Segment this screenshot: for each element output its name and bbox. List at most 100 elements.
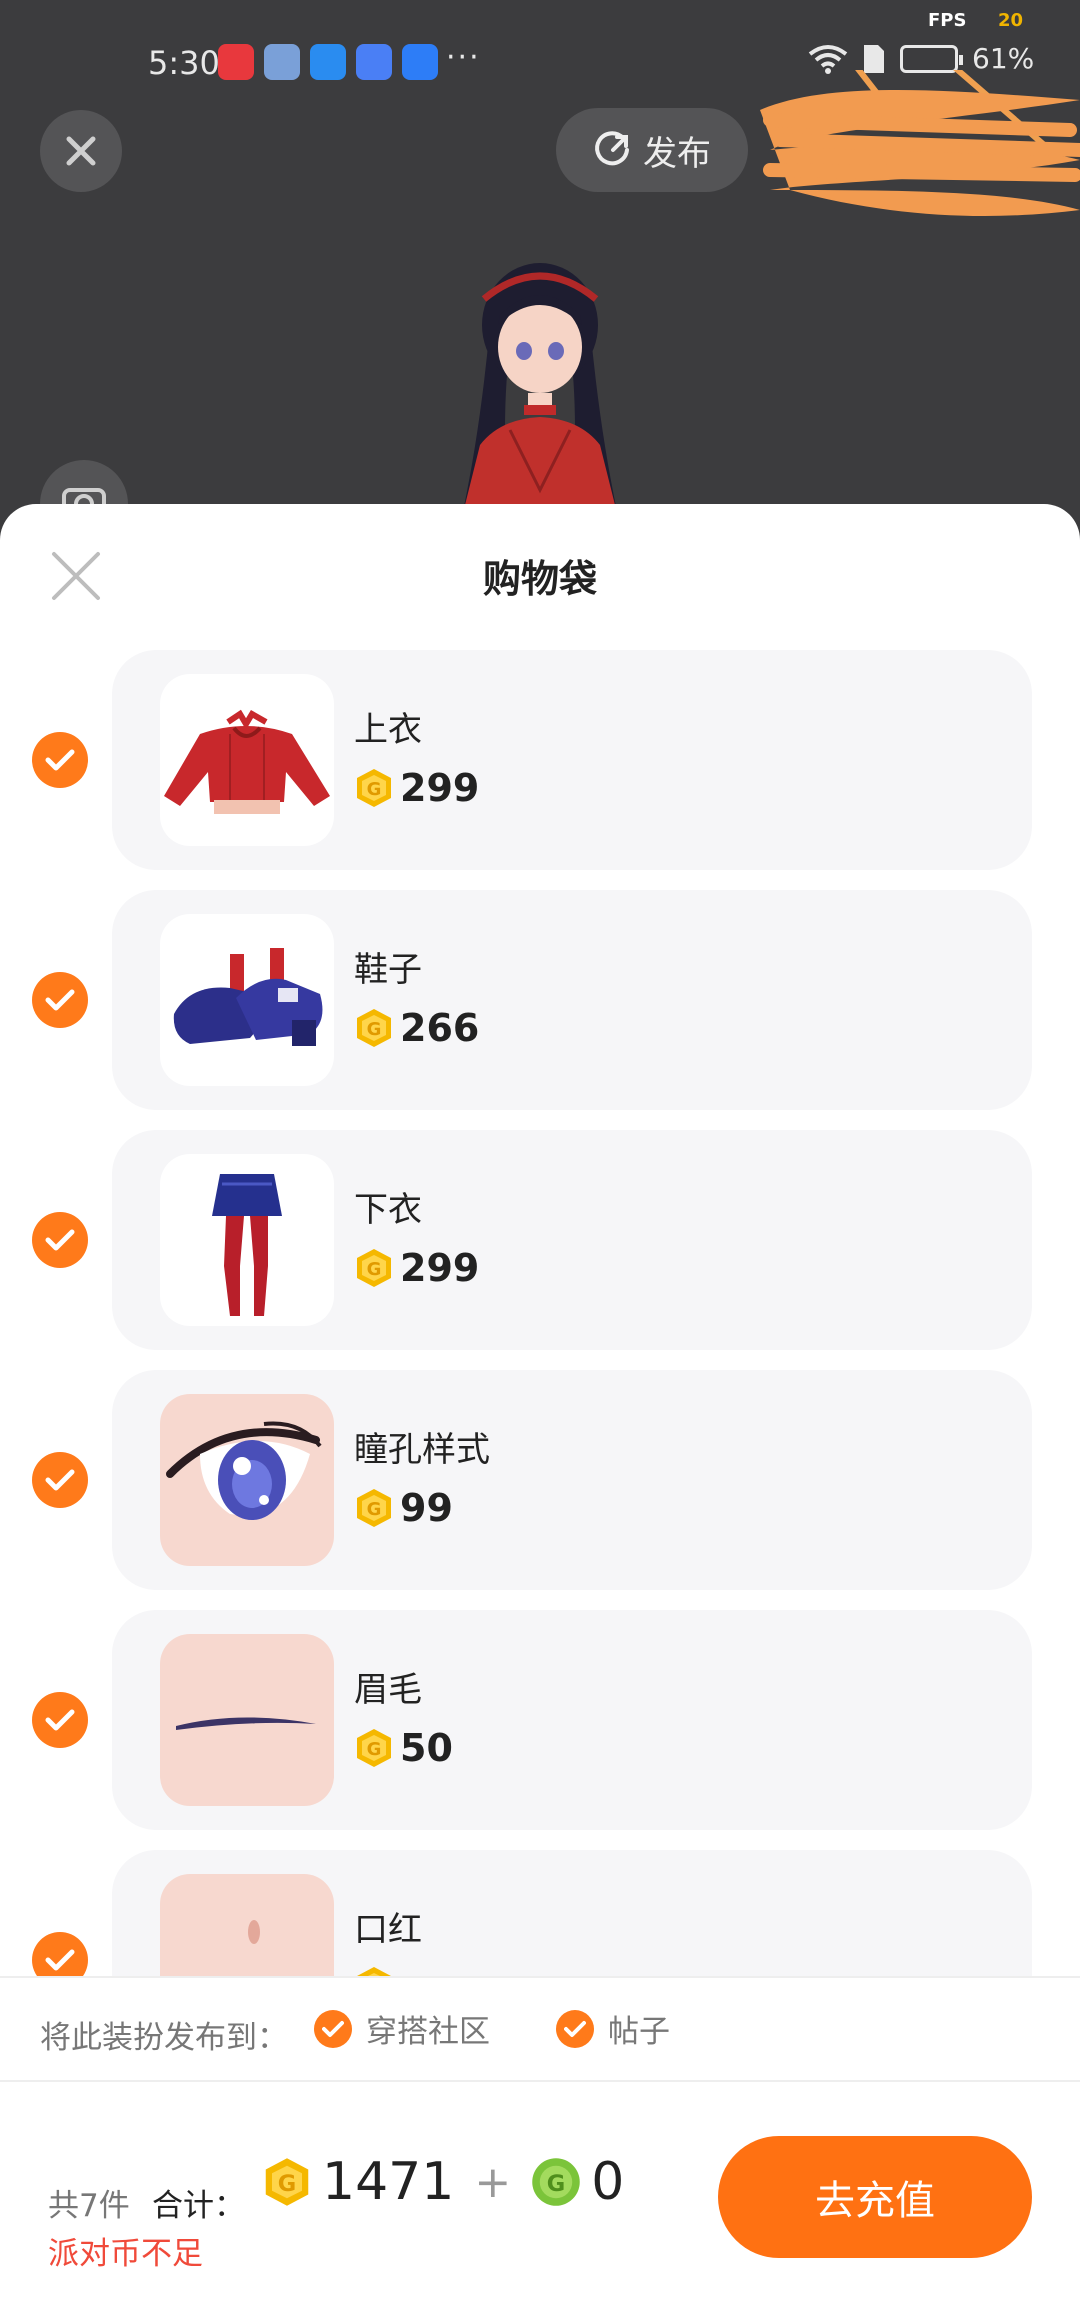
total-label: 合计： bbox=[152, 2188, 245, 2224]
app-game-icon bbox=[264, 44, 300, 80]
item-checkbox[interactable] bbox=[32, 1692, 88, 1748]
item-checkbox[interactable] bbox=[32, 1452, 88, 1508]
option-label: 帖子 bbox=[608, 2014, 670, 2050]
checkmark-icon bbox=[322, 2020, 344, 2037]
cart-item-row[interactable]: 上衣 G 299 bbox=[0, 650, 1080, 870]
item-card[interactable]: 眉毛 G 50 bbox=[112, 1610, 1032, 1830]
item-price: G 99 bbox=[354, 1486, 453, 1530]
sheet-title: 购物袋 bbox=[482, 557, 597, 601]
item-name: 瞳孔样式 bbox=[354, 1430, 490, 1470]
fps-value: 20 bbox=[998, 10, 1024, 31]
total-amount: G 1471 + G 0 bbox=[262, 2152, 624, 2212]
cart-item-list[interactable]: 上衣 G 299 鞋子 G 266 下衣 G 299 瞳孔样式 G 99 眉毛 … bbox=[0, 650, 1080, 1976]
item-price: G 299 bbox=[354, 766, 479, 810]
option-label: 穿搭社区 bbox=[366, 2014, 490, 2050]
item-checkbox[interactable] bbox=[32, 732, 88, 788]
eyebrow-image bbox=[176, 1717, 316, 1730]
checkmark-icon bbox=[45, 1229, 75, 1251]
item-card[interactable]: 鞋子 G 266 bbox=[112, 890, 1032, 1110]
fps-label: FPS bbox=[928, 10, 967, 31]
item-checkbox[interactable] bbox=[32, 972, 88, 1028]
gold-coin-icon: G bbox=[357, 1009, 391, 1047]
gold-coin-icon: G bbox=[357, 1249, 391, 1287]
avatar-scene: 5:30 ··· FPS 20 61% 发布 bbox=[0, 0, 1080, 520]
checkmark-icon bbox=[45, 749, 75, 771]
item-card[interactable]: 下衣 G 299 bbox=[112, 1130, 1032, 1350]
gold-coin-icon: G bbox=[357, 1729, 391, 1767]
publish-option-post[interactable]: 帖子 bbox=[556, 2006, 670, 2051]
wifi-icon bbox=[808, 44, 848, 74]
lips-image bbox=[248, 1920, 260, 1944]
close-icon bbox=[66, 136, 96, 166]
item-name: 下衣 bbox=[354, 1190, 422, 1230]
item-thumbnail bbox=[160, 1874, 334, 1976]
svg-text:G: G bbox=[367, 779, 382, 800]
svg-text:G: G bbox=[367, 1259, 382, 1280]
battery-icon bbox=[900, 44, 963, 73]
svg-text:G: G bbox=[367, 1739, 382, 1760]
checkmark-icon bbox=[45, 1469, 75, 1491]
status-app-icons bbox=[218, 44, 438, 80]
item-checkbox[interactable] bbox=[32, 1932, 88, 1976]
cart-item-row[interactable]: 鞋子 G 266 bbox=[0, 890, 1080, 1110]
svg-text:G: G bbox=[547, 2171, 565, 2197]
green-total: 0 bbox=[591, 2152, 625, 2212]
app-mall-icon bbox=[218, 44, 254, 80]
option-checkbox[interactable] bbox=[556, 2009, 594, 2048]
scene-close-button[interactable] bbox=[40, 110, 122, 192]
green-coin-icon: G bbox=[532, 2158, 580, 2206]
checkmark-icon bbox=[45, 1949, 75, 1971]
cart-item-row[interactable]: 眉毛 G 50 bbox=[0, 1610, 1080, 1830]
publish-option-community[interactable]: 穿搭社区 bbox=[314, 2006, 490, 2051]
item-thumbnail bbox=[160, 674, 334, 846]
gold-coin-icon: G bbox=[357, 769, 391, 807]
item-thumbnail bbox=[160, 1394, 334, 1566]
gold-coin-icon bbox=[357, 1967, 391, 1976]
item-price-value: 299 bbox=[400, 1246, 480, 1290]
item-price bbox=[354, 1966, 400, 1976]
gold-coin-icon: G bbox=[357, 1489, 391, 1527]
recharge-button[interactable]: 去充值 bbox=[718, 2136, 1032, 2258]
checkmark-icon bbox=[45, 1709, 75, 1731]
item-card[interactable]: 瞳孔样式 G 99 bbox=[112, 1370, 1032, 1590]
gold-total: 1471 bbox=[322, 2152, 455, 2212]
publish-icon bbox=[595, 131, 629, 166]
item-price-value: 299 bbox=[400, 766, 480, 810]
publish-button[interactable]: 发布 bbox=[556, 108, 748, 192]
svg-text:G: G bbox=[367, 1019, 382, 1040]
cart-item-row[interactable]: 下衣 G 299 bbox=[0, 1130, 1080, 1350]
status-more-icon: ··· bbox=[446, 40, 481, 75]
item-name: 上衣 bbox=[354, 710, 422, 750]
app-weather-icon bbox=[310, 44, 346, 80]
item-price: G 50 bbox=[354, 1726, 453, 1770]
item-card[interactable]: 口红 bbox=[112, 1850, 1032, 1976]
item-name: 鞋子 bbox=[354, 950, 422, 990]
svg-text:G: G bbox=[367, 1499, 382, 1520]
publish-to-bar: 将此装扮发布到： 穿搭社区 帖子 bbox=[0, 1976, 1080, 2082]
insufficient-coins-warning: 派对币不足 bbox=[48, 2236, 203, 2272]
publish-label: 发布 bbox=[643, 133, 711, 174]
item-checkbox[interactable] bbox=[32, 1212, 88, 1268]
status-time: 5:30 bbox=[148, 44, 220, 82]
checkout-footer: 共7件 合计： G 1471 + G 0 派对币不足 去充值 bbox=[0, 2084, 1080, 2310]
item-count: 共7件 bbox=[48, 2188, 130, 2224]
blue-shoes-image bbox=[173, 948, 323, 1046]
svg-text:G: G bbox=[278, 2171, 296, 2197]
item-name: 口红 bbox=[354, 1910, 422, 1950]
redaction-scribble bbox=[760, 70, 1080, 216]
item-thumbnail bbox=[160, 1634, 334, 1806]
shopping-bag-sheet: 购物袋 上衣 G 299 鞋子 G 266 下衣 G 299 瞳孔样式 G 99… bbox=[0, 504, 1080, 2310]
item-price-value: 50 bbox=[400, 1726, 453, 1770]
avatar-figure bbox=[461, 263, 619, 520]
item-name: 眉毛 bbox=[354, 1670, 422, 1710]
item-card[interactable]: 上衣 G 299 bbox=[112, 650, 1032, 870]
item-thumbnail bbox=[160, 914, 334, 1086]
cart-item-row[interactable]: 瞳孔样式 G 99 bbox=[0, 1370, 1080, 1590]
item-price-value: 99 bbox=[400, 1486, 453, 1530]
red-sweater-image bbox=[164, 709, 330, 814]
option-checkbox[interactable] bbox=[314, 2009, 352, 2048]
gold-coin-icon: G bbox=[265, 2158, 309, 2206]
item-thumbnail bbox=[160, 1154, 334, 1326]
cart-item-row[interactable]: 口红 bbox=[0, 1850, 1080, 1976]
item-price: G 299 bbox=[354, 1246, 479, 1290]
